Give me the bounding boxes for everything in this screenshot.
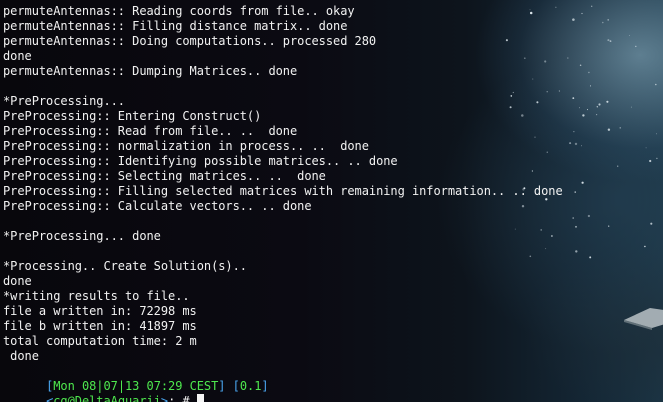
output-line: done <box>3 349 39 363</box>
star-dot <box>573 131 575 133</box>
prompt-bracket-close: > <box>160 394 169 402</box>
star-dot <box>649 159 652 163</box>
output-line: PreProcessing:: Entering Construct() <box>3 109 262 123</box>
star-dot <box>635 45 637 48</box>
terminal-output: permuteAntennas:: Reading coords from fi… <box>3 4 563 402</box>
star-dot <box>572 97 575 99</box>
output-line: *PreProcessing... done <box>3 229 161 243</box>
star-dot <box>575 225 577 228</box>
text-cursor[interactable] <box>196 394 204 402</box>
star-dot <box>581 12 583 15</box>
star-dot <box>579 64 582 66</box>
star-dot <box>572 18 575 21</box>
output-line: PreProcessing:: Filling selected matrice… <box>3 184 563 198</box>
star-dot <box>606 100 609 103</box>
star-dot <box>656 157 658 160</box>
star-dot <box>617 165 619 167</box>
wallpaper-book <box>624 308 663 330</box>
star-dot <box>607 39 610 42</box>
status-separator <box>225 379 232 393</box>
output-line: PreProcessing:: Calculate vectors.. .. d… <box>3 199 312 213</box>
output-line: total computation time: 2 m <box>3 334 197 348</box>
star-dot <box>607 128 611 131</box>
output-line: permuteAntennas:: Dumping Matrices.. don… <box>3 64 298 78</box>
star-dot <box>630 106 632 108</box>
output-lines: permuteAntennas:: Reading coords from fi… <box>3 4 563 364</box>
terminal-window[interactable]: permuteAntennas:: Reading coords from fi… <box>0 0 663 402</box>
prompt-symbol: : # <box>168 394 190 402</box>
star-dot <box>619 127 621 129</box>
star-dot <box>644 245 646 248</box>
output-line: *PreProcessing... <box>3 94 125 108</box>
output-line: permuteAntennas:: Filling distance matri… <box>3 19 348 33</box>
star-dot <box>602 21 604 24</box>
star-dot <box>596 114 598 116</box>
star-dot <box>589 256 592 259</box>
output-line: done <box>3 49 32 63</box>
output-line: file a written in: 72298 ms <box>3 304 197 318</box>
star-dot <box>581 181 584 184</box>
star-dot <box>572 217 575 219</box>
version-bracket-close: ] <box>261 379 269 393</box>
star-dot <box>650 222 653 225</box>
star-dot <box>589 85 592 87</box>
star-dot <box>586 109 589 111</box>
output-line: done <box>3 274 32 288</box>
output-line: permuteAntennas:: Reading coords from fi… <box>3 4 355 18</box>
star-dot <box>645 147 647 149</box>
star-dot <box>628 34 631 37</box>
star-dot <box>656 133 657 135</box>
prompt-user-host: cg@DeltaAquarii <box>53 394 161 402</box>
output-line: PreProcessing:: Read from file.. .. done <box>3 124 298 138</box>
star-dot <box>581 145 582 147</box>
output-line: PreProcessing:: Identifying possible mat… <box>3 154 398 168</box>
star-dot <box>591 5 593 7</box>
star-dot <box>587 214 591 218</box>
star-dot <box>574 142 578 146</box>
status-version: 0.1 <box>239 379 262 393</box>
star-dot <box>588 71 590 74</box>
star-dot <box>607 19 610 21</box>
star-dot <box>582 114 585 117</box>
star-dot <box>574 191 576 193</box>
output-line: file b written in: 41897 ms <box>3 319 197 333</box>
version-bracket-open: [ <box>232 379 240 393</box>
output-line: PreProcessing:: normalization in process… <box>3 139 369 153</box>
star-dot <box>609 40 612 42</box>
star-dot <box>598 103 601 106</box>
star-dot <box>608 225 610 227</box>
output-line: PreProcessing:: Selecting matrices.. .. … <box>3 169 326 183</box>
output-line: *writing results to file.. <box>3 289 190 303</box>
status-date-time: Mon 08|07|13 07:29 CEST <box>53 379 219 393</box>
star-dot <box>575 250 578 253</box>
star-dot <box>579 107 580 109</box>
star-dot <box>655 83 657 86</box>
output-line: permuteAntennas:: Doing computations.. p… <box>3 34 377 48</box>
star-dot <box>596 106 598 108</box>
star-dot <box>567 57 569 59</box>
output-line: *Processing.. Create Solution(s).. <box>3 259 247 273</box>
status-line: [Mon 08|07|13 07:29 CEST] [0.1] <box>3 364 563 393</box>
star-dot <box>569 142 572 145</box>
